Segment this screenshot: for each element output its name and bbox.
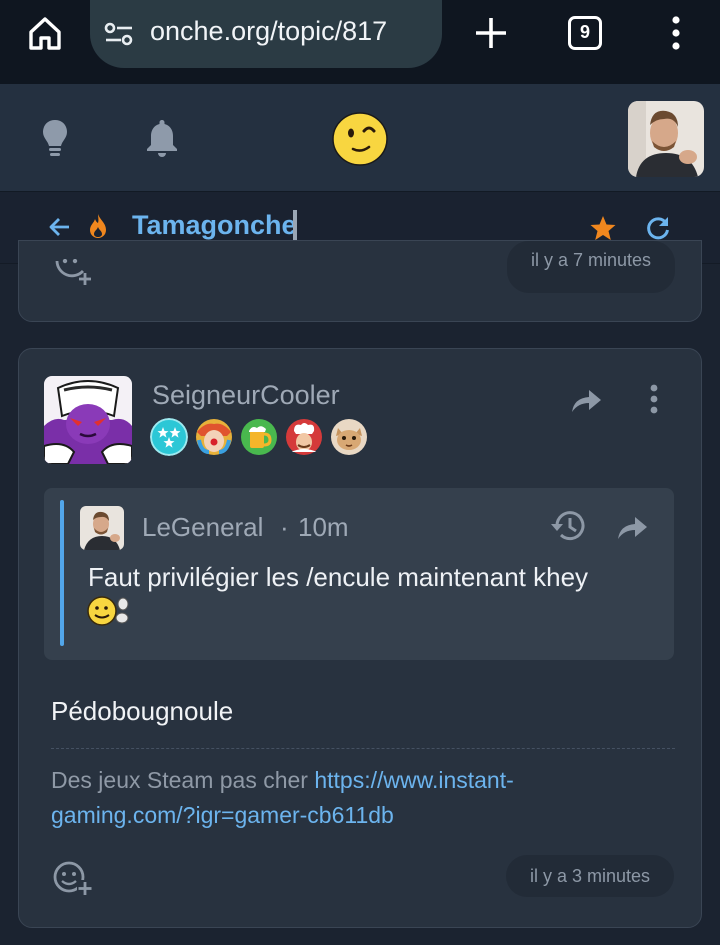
quote-author-avatar[interactable] bbox=[80, 506, 124, 550]
badge-clown[interactable] bbox=[195, 418, 233, 456]
tab-count: 9 bbox=[579, 22, 590, 42]
history-icon[interactable] bbox=[548, 509, 586, 543]
back-arrow-icon[interactable] bbox=[48, 216, 70, 238]
user-avatar[interactable] bbox=[628, 101, 704, 177]
add-reaction-icon[interactable] bbox=[52, 860, 94, 896]
post-body: Pédobougnoule bbox=[51, 696, 234, 726]
add-reaction-icon[interactable] bbox=[53, 259, 93, 291]
post-time-label: il y a 7 minutes bbox=[530, 250, 652, 270]
tabs-icon[interactable]: 9 bbox=[568, 16, 602, 50]
quote-bar bbox=[60, 500, 64, 646]
smiley-logo-icon[interactable] bbox=[331, 111, 389, 167]
star-icon[interactable] bbox=[589, 214, 617, 242]
badge-cat[interactable] bbox=[330, 418, 368, 456]
quote-author[interactable]: LeGeneral bbox=[142, 512, 263, 543]
flame-icon bbox=[90, 214, 106, 238]
share-icon[interactable] bbox=[616, 513, 648, 541]
address-bar[interactable]: onche.org/topic/817 bbox=[90, 0, 442, 68]
smiley-sticker-icon bbox=[87, 596, 129, 626]
home-icon[interactable] bbox=[26, 14, 64, 52]
quote-separator: · bbox=[280, 512, 289, 542]
signature-link-part2[interactable]: gaming.com/?igr=gamer-cb611db bbox=[51, 802, 394, 828]
previous-post-card: il y a 7 minutes bbox=[18, 240, 702, 322]
topic-title[interactable]: Tamagonche bbox=[132, 210, 297, 241]
more-vert-icon[interactable] bbox=[648, 384, 660, 414]
post-time: il y a 7 minutes bbox=[507, 241, 675, 293]
badge-chef[interactable] bbox=[285, 418, 323, 456]
share-icon[interactable] bbox=[570, 386, 602, 414]
badge-beer[interactable] bbox=[240, 418, 278, 456]
text-cursor bbox=[293, 210, 297, 242]
signature-link-part1[interactable]: https://www.instant- bbox=[314, 767, 513, 793]
quote-time: 10m bbox=[298, 512, 349, 542]
refresh-icon[interactable] bbox=[645, 215, 671, 241]
quote-text: Faut privilégier les /encule maintenant … bbox=[88, 562, 589, 592]
signature-divider bbox=[51, 748, 675, 749]
badge-stars[interactable] bbox=[150, 418, 188, 456]
post-time: il y a 3 minutes bbox=[506, 855, 674, 897]
author-avatar[interactable] bbox=[44, 376, 132, 464]
lightbulb-icon[interactable] bbox=[40, 118, 70, 158]
post-signature: Des jeux Steam pas cher https://www.inst… bbox=[51, 763, 651, 833]
bell-icon[interactable] bbox=[145, 118, 179, 158]
tune-icon[interactable] bbox=[104, 20, 134, 48]
url-text[interactable]: onche.org/topic/817 bbox=[150, 16, 387, 47]
post-time-label: il y a 3 minutes bbox=[529, 866, 651, 886]
signature-text: Des jeux Steam pas cher bbox=[51, 767, 308, 793]
post-author[interactable]: SeigneurCooler bbox=[152, 380, 340, 411]
more-vert-icon[interactable] bbox=[666, 14, 686, 52]
plus-icon[interactable] bbox=[474, 16, 508, 50]
browser-toolbar: onche.org/topic/817 9 bbox=[0, 0, 720, 84]
